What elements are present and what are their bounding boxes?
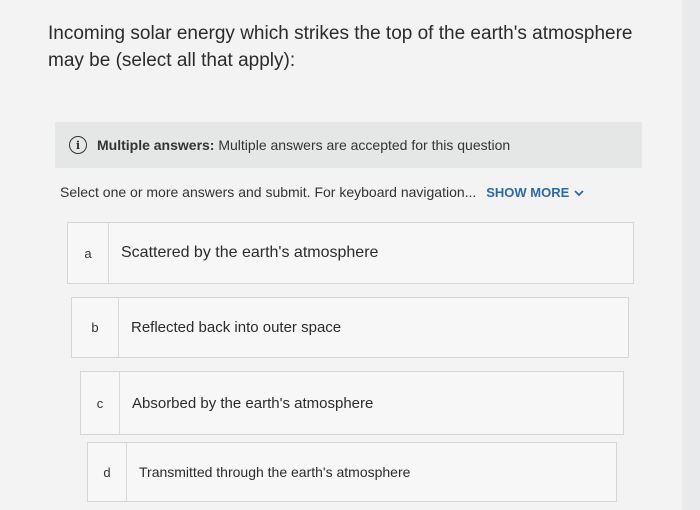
chevron-down-icon[interactable] xyxy=(574,188,584,200)
show-more-label[interactable]: SHOW MORE xyxy=(486,185,569,200)
info-icon: i xyxy=(69,136,87,154)
question-text: Incoming solar energy which strikes the … xyxy=(48,23,633,71)
answer-option-c[interactable]: c Absorbed by the earth's atmosphere xyxy=(80,371,624,435)
option-text: Absorbed by the earth's atmosphere xyxy=(132,394,374,412)
option-text: Transmitted through the earth's atmosphe… xyxy=(139,464,411,480)
answer-option-b[interactable]: b Reflected back into outer space xyxy=(71,297,629,358)
option-text: Reflected back into outer space xyxy=(131,319,342,336)
answer-option-a[interactable]: a Scattered by the earth's atmosphere xyxy=(67,222,634,284)
option-letter: a xyxy=(68,223,109,283)
option-text: Scattered by the earth's atmosphere xyxy=(121,244,379,261)
info-text: Multiple answers: Multiple answers are a… xyxy=(97,137,510,153)
option-letter: c xyxy=(81,372,120,434)
scrollbar-track[interactable] xyxy=(682,0,700,510)
instructions-text: Select one or more answers and submit. F… xyxy=(60,184,477,200)
info-label: Multiple answers: xyxy=(97,137,215,153)
option-letter: d xyxy=(88,443,127,501)
option-letter: b xyxy=(72,298,119,357)
info-message: Multiple answers are accepted for this q… xyxy=(214,137,511,153)
info-banner: i Multiple answers: Multiple answers are… xyxy=(55,122,642,168)
show-more-link[interactable]: SHOW MORE xyxy=(486,185,584,200)
instructions: Select one or more answers and submit. F… xyxy=(60,184,584,200)
answer-option-d[interactable]: d Transmitted through the earth's atmosp… xyxy=(87,442,617,502)
